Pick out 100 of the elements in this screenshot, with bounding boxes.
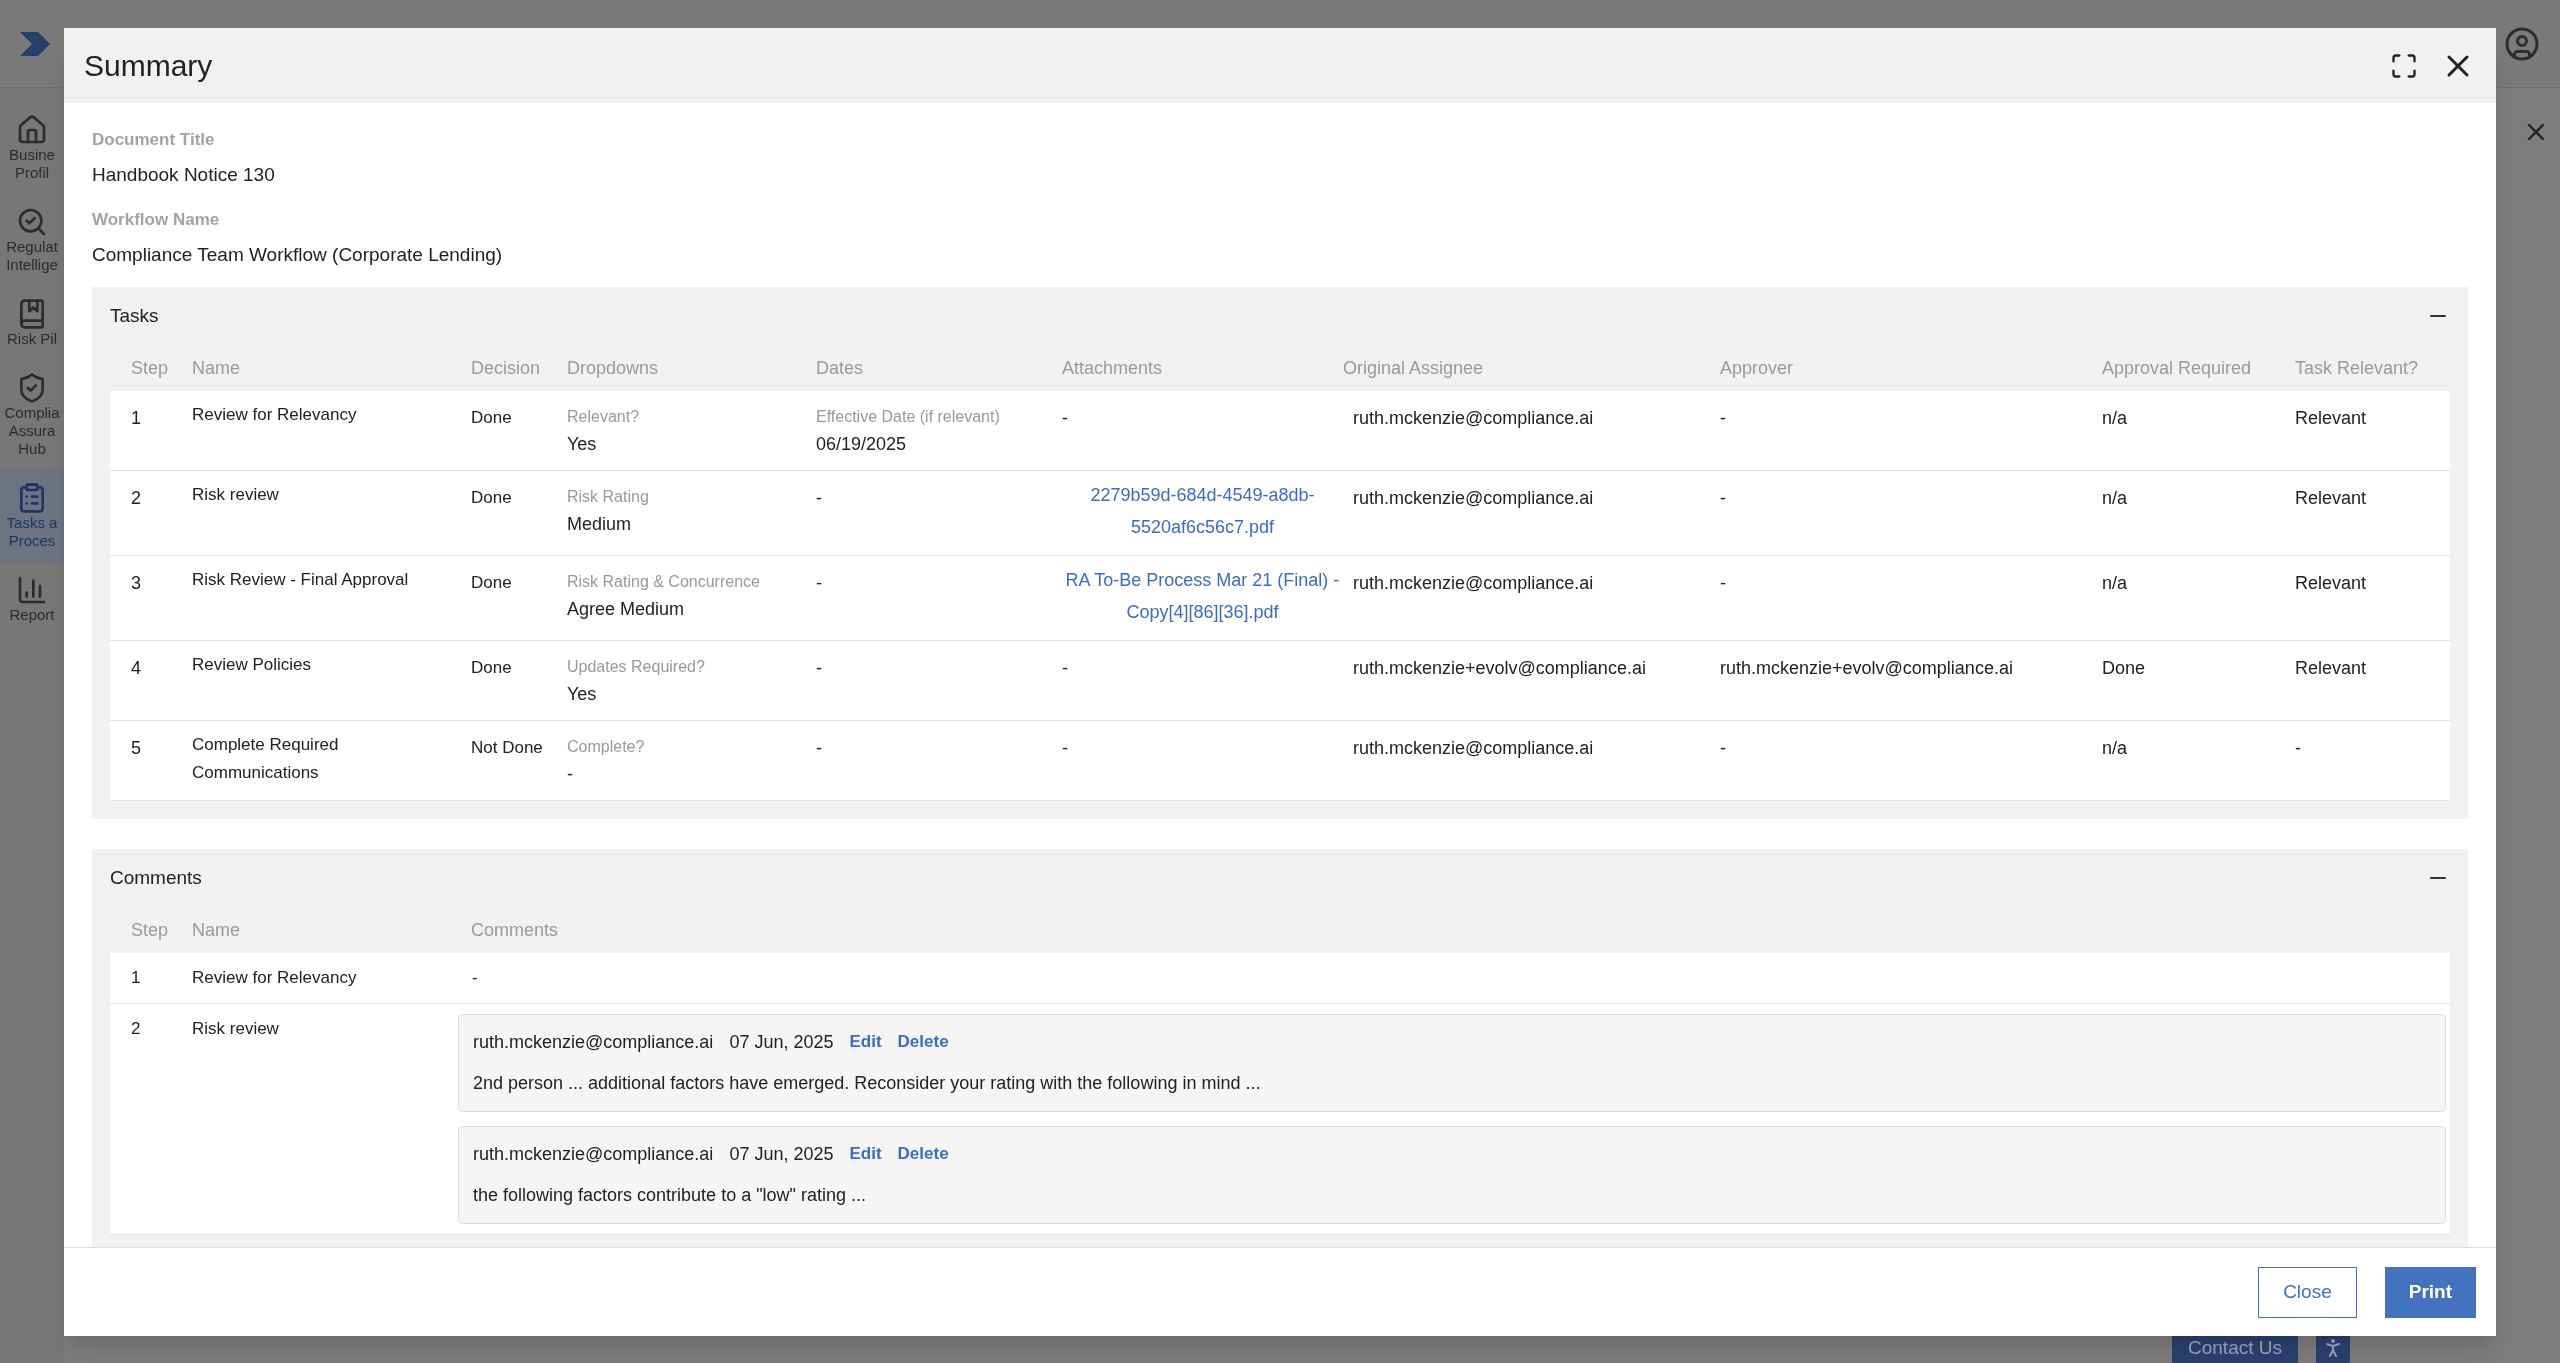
table-cell-text: ruth.mckenzie+evolv@compliance.ai	[1720, 657, 2014, 680]
column-header: Approval Required	[2102, 356, 2253, 380]
table-cell-text: Relevant	[2295, 657, 2368, 680]
column-header: Name	[192, 918, 241, 942]
house-icon	[16, 114, 48, 146]
table-cell-text: Relevant	[2295, 407, 2368, 430]
dropdown-label: Complete?	[567, 737, 646, 757]
column-header: Step	[130, 356, 170, 380]
table-cell-text: Done	[471, 407, 513, 429]
comment-action-link[interactable]: Delete	[897, 1141, 949, 1167]
table-cell-text: 2	[130, 487, 142, 510]
column-header: Approver	[1720, 356, 1795, 380]
sidebar-item[interactable]: Tasks a Proces	[0, 470, 64, 562]
table-cell-text: Review for Relevancy	[192, 404, 358, 426]
table-cell: -	[1062, 658, 1068, 678]
table-cell: -	[1062, 408, 1068, 428]
table-cell-text: -	[1720, 487, 1727, 510]
column-header: Name	[192, 356, 241, 380]
comment-date: 07 Jun, 2025	[729, 1030, 834, 1054]
comment-action-link[interactable]: Edit	[849, 1029, 882, 1055]
dropdown-label: Updates Required?	[567, 657, 706, 677]
field-label: Document Title	[92, 129, 216, 151]
table-cell-text: n/a	[2102, 407, 2129, 430]
sidebar-item[interactable]: Report	[0, 562, 64, 636]
date-value: -	[816, 657, 823, 680]
column-header: Attachments	[1062, 356, 1164, 380]
dialog-title: Summary	[84, 48, 213, 84]
table-cell-text: ruth.mckenzie@compliance.ai	[1352, 737, 1595, 760]
table-cell-text: 2	[130, 1017, 142, 1040]
table-cell-text: ruth.mckenzie+evolv@compliance.ai	[1352, 657, 1647, 680]
column-header: Dropdowns	[567, 356, 660, 380]
table-cell-text: Not Done	[471, 737, 544, 759]
date-value: -	[816, 487, 823, 510]
table-cell-text: Review Policies	[192, 654, 313, 676]
attachment-link[interactable]: RA To-Be Process Mar 21 (Final) - Copy[4][86][36].pdf	[1062, 564, 1343, 628]
table-cell: -	[1062, 738, 1068, 758]
table-cell-text: Relevant	[2295, 572, 2368, 595]
table-cell-text: Done	[2102, 657, 2147, 680]
date-value: -	[816, 737, 823, 760]
field-value: Handbook Notice 130	[92, 162, 276, 187]
print-button[interactable]: Print	[2384, 1266, 2476, 1318]
sidebar-item[interactable]: Regulat Intellige	[0, 194, 64, 286]
column-header: Decision	[471, 356, 542, 380]
field-label: Workflow Name	[92, 209, 221, 231]
table-cell-text: -	[1720, 572, 1727, 595]
table-cell-text: 1	[130, 407, 142, 430]
comment-text: the following factors contribute to a "low" rating ...	[473, 1183, 867, 1207]
column-header: Task Relevant?	[2295, 356, 2420, 380]
column-header: Dates	[816, 356, 865, 380]
date-value: -	[816, 572, 823, 595]
column-header: Original Assignee	[1343, 356, 1485, 380]
fullscreen-icon[interactable]	[2390, 51, 2418, 80]
table-cell-text: n/a	[2102, 487, 2129, 510]
table-cell-text: Done	[471, 487, 513, 509]
user-icon[interactable]	[2504, 25, 2540, 62]
table-cell-text: -	[2295, 737, 2302, 760]
table-cell-text: n/a	[2102, 737, 2129, 760]
sidebar-item[interactable]: Busine Profil	[0, 102, 64, 194]
comment-action-link[interactable]: Delete	[897, 1029, 949, 1055]
panel-title: Comments	[110, 865, 202, 890]
table-cell-text: Risk Review - Final Approval	[192, 569, 410, 591]
table-cell-text: -	[1720, 407, 1727, 430]
table-cell-text: Review for Relevancy	[192, 967, 358, 989]
comment-author: ruth.mckenzie@compliance.ai	[473, 1030, 714, 1054]
comment-date: 07 Jun, 2025	[729, 1142, 834, 1166]
comment-text: 2nd person ... additional factors have emerged. Reconsider your rating with the following in mind ...	[473, 1071, 1262, 1095]
table-cell-text: n/a	[2102, 572, 2129, 595]
date-label: Effective Date (if relevant)	[816, 407, 1001, 427]
table-cell-text: ruth.mckenzie@compliance.ai	[1352, 572, 1595, 595]
dropdown-value: Yes	[567, 433, 598, 456]
panel-title: Tasks	[110, 303, 159, 328]
table-cell-text: Risk review	[192, 1017, 280, 1040]
dropdown-label: Relevant?	[567, 407, 641, 427]
table-cell-text: Complete Required Communications	[192, 734, 340, 784]
close-button[interactable]: Close	[2258, 1266, 2357, 1318]
column-header: Comments	[471, 918, 560, 942]
table-cell-text: -	[471, 967, 479, 989]
table-cell-text: 3	[130, 572, 142, 595]
table-cell-text: ruth.mckenzie@compliance.ai	[1352, 407, 1595, 430]
magnifier-icon	[16, 206, 48, 238]
table-cell-text: -	[1720, 737, 1727, 760]
dropdown-value: Yes	[567, 683, 598, 706]
sidebar-item[interactable]: Risk Pil	[0, 286, 64, 360]
bar-chart-icon	[16, 574, 48, 606]
dropdown-value: Agree Medium	[567, 598, 686, 621]
table-cell-text: 4	[130, 657, 142, 680]
comment-action-link[interactable]: Edit	[849, 1141, 882, 1167]
dropdown-value: Medium	[567, 513, 633, 536]
table-cell-text: Relevant	[2295, 487, 2368, 510]
table-cell-text: Done	[471, 657, 513, 679]
dropdown-label: Risk Rating	[567, 487, 650, 507]
table-cell-text: ruth.mckenzie@compliance.ai	[1352, 487, 1595, 510]
sidebar-item[interactable]: Complia Assura Hub	[0, 360, 64, 470]
column-header: Step	[130, 918, 170, 942]
table-cell-text: Risk review	[192, 484, 280, 506]
attachment-link[interactable]: 2279b59d-684d-4549-a8db-5520af6c56c7.pdf	[1062, 479, 1343, 543]
date-value: 06/19/2025	[816, 433, 908, 456]
dropdown-label: Risk Rating & Concurrence	[567, 572, 761, 592]
table-cell-text: 1	[130, 967, 142, 989]
dropdown-value: -	[567, 763, 574, 786]
